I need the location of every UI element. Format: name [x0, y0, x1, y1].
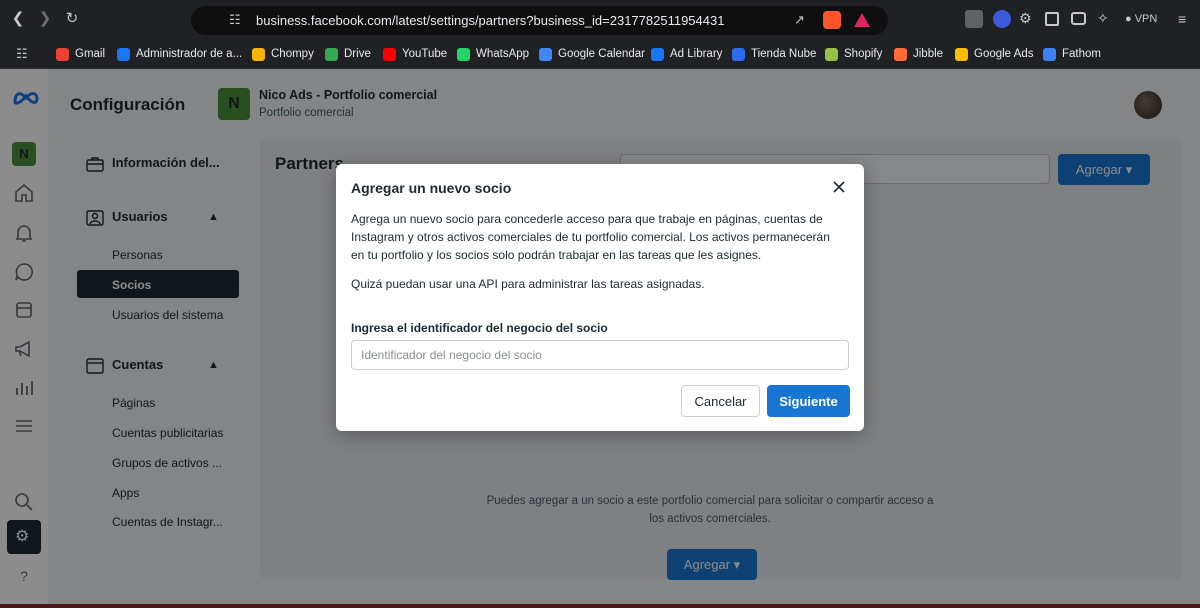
bookmark-drive[interactable]: Drive	[325, 44, 371, 64]
jibble-icon	[894, 47, 907, 61]
brave-shield-icon[interactable]	[823, 11, 841, 29]
bookmark-label: Ad Library	[670, 48, 723, 60]
google-ads-icon	[955, 47, 968, 61]
close-icon[interactable]	[830, 178, 848, 196]
bookmark-label: Gmail	[75, 48, 106, 60]
business-settings-app: N ⚙ ? Configuración N Nico Ads - Portfol…	[0, 69, 1200, 604]
bookmark-label: Fathom	[1062, 48, 1101, 60]
bookmark-label: YouTube	[402, 48, 448, 60]
bookmark-chompy[interactable]: Chompy	[252, 44, 314, 64]
meta-icon	[117, 47, 130, 61]
dialog-title: Agregar un nuevo socio	[351, 180, 512, 196]
bookmark-label: Google Ads	[974, 48, 1034, 60]
bookmark-label: Jibble	[913, 48, 944, 60]
extension-icon[interactable]	[965, 10, 983, 28]
bookmark-ads-manager[interactable]: Administrador de a...	[117, 44, 242, 64]
apps-grid-icon[interactable]: ☷	[16, 46, 28, 62]
bookmark-jibble[interactable]: Jibble	[894, 44, 943, 64]
site-settings-icon[interactable]: ☷	[229, 12, 241, 28]
extensions-puzzle-icon[interactable]: ⚙	[1019, 10, 1037, 28]
youtube-icon	[383, 47, 396, 61]
bookmark-label: WhatsApp	[476, 48, 530, 60]
bookmark-youtube[interactable]: YouTube	[383, 44, 447, 64]
extension-notif-icon[interactable]	[993, 10, 1011, 28]
share-icon[interactable]: ↗	[794, 12, 805, 28]
forward-icon[interactable]: ❯	[35, 9, 55, 29]
dialog-api-note: Quizá puedan usar una API para administr…	[351, 277, 705, 291]
bookmark-label: Shopify	[844, 48, 883, 60]
tienda-nube-icon	[732, 47, 745, 61]
bookmark-label: Drive	[344, 48, 371, 60]
bookmark-label: Administrador de a...	[136, 48, 243, 60]
sidebar-toggle-icon[interactable]	[1045, 12, 1059, 26]
address-bar[interactable]: ☷ business.facebook.com/latest/settings/…	[191, 6, 888, 35]
bookmark-shopify[interactable]: Shopify	[825, 44, 882, 64]
leo-ai-icon[interactable]: ✧	[1097, 10, 1115, 28]
gmail-icon	[56, 47, 69, 61]
cancel-button[interactable]: Cancelar	[681, 385, 760, 417]
bookmark-fathom[interactable]: Fathom	[1043, 44, 1101, 64]
browser-toolbar: ❮ ❯ ↻ ☷ business.facebook.com/latest/set…	[0, 0, 1200, 40]
menu-icon[interactable]: ≡	[1178, 10, 1196, 28]
bookmark-label: Google Calendar	[558, 48, 645, 60]
os-taskbar	[0, 604, 1200, 608]
bookmark-ad-library[interactable]: Ad Library	[651, 44, 722, 64]
bookmark-google-ads[interactable]: Google Ads	[955, 44, 1033, 64]
wallet-icon[interactable]	[1071, 12, 1086, 25]
bookmark-whatsapp[interactable]: WhatsApp	[457, 44, 529, 64]
bookmark-gmail[interactable]: Gmail	[56, 44, 105, 64]
bookmarks-bar: ☷ Gmail Administrador de a... Chompy Dri…	[0, 40, 1200, 69]
dialog-description: Agrega un nuevo socio para concederle ac…	[351, 212, 830, 262]
vpn-label: VPN	[1134, 13, 1158, 25]
bookmark-tienda-nube[interactable]: Tienda Nube	[732, 44, 816, 64]
url-text[interactable]: business.facebook.com/latest/settings/pa…	[256, 13, 724, 28]
bookmark-label: Tienda Nube	[751, 48, 817, 60]
back-icon[interactable]: ❮	[8, 9, 28, 29]
whatsapp-icon	[457, 47, 470, 61]
shopify-icon	[825, 47, 838, 61]
business-id-label: Ingresa el identificador del negocio del…	[351, 321, 608, 335]
business-id-input[interactable]	[351, 340, 849, 370]
drive-icon	[325, 47, 338, 61]
bookmark-label: Chompy	[271, 48, 314, 60]
add-partner-dialog: Agregar un nuevo socio Agrega un nuevo s…	[336, 164, 864, 431]
calendar-icon	[539, 47, 552, 61]
meta-icon	[651, 47, 664, 61]
bookmark-google-calendar[interactable]: Google Calendar	[539, 44, 645, 64]
brave-rewards-icon[interactable]	[853, 11, 871, 29]
vpn-button[interactable]: ● VPN	[1125, 13, 1157, 25]
fathom-icon	[1043, 47, 1056, 61]
reload-icon[interactable]: ↻	[62, 9, 82, 29]
next-button[interactable]: Siguiente	[767, 385, 850, 417]
chompy-icon	[252, 47, 265, 61]
